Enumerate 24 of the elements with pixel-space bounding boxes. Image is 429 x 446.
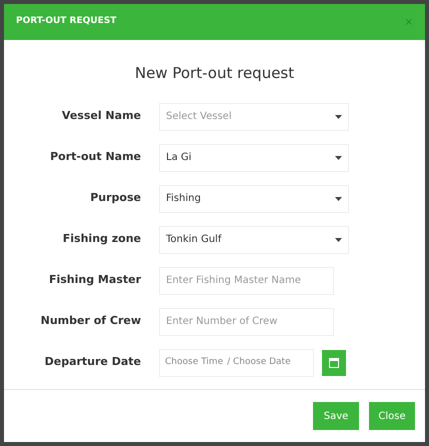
caret-icon bbox=[335, 156, 342, 160]
field-label: Fishing Master bbox=[48, 272, 141, 288]
caret-icon bbox=[335, 196, 342, 200]
datetime-field[interactable]: Choose Time / Choose Date bbox=[159, 348, 314, 376]
select-field[interactable]: La Gi bbox=[159, 144, 349, 172]
field-label: Purpose bbox=[89, 190, 141, 206]
dialog-button[interactable]: Close bbox=[369, 402, 415, 430]
caret-icon bbox=[335, 114, 342, 118]
input-field[interactable]: Enter Number of Crew bbox=[159, 308, 334, 336]
select-field[interactable]: Fishing bbox=[159, 184, 349, 212]
select-field[interactable]: Select Vessel bbox=[159, 102, 349, 130]
calendar-button[interactable] bbox=[322, 350, 346, 376]
field-label: Port-out Name bbox=[49, 149, 141, 166]
dialog-title: PORT-OUT REQUEST bbox=[16, 15, 116, 28]
select-field[interactable]: Tonkin Gulf bbox=[159, 226, 349, 254]
field-label: Vessel Name bbox=[60, 108, 141, 124]
field-label: Number of Crew bbox=[40, 313, 141, 330]
field-label: Fishing zone bbox=[62, 231, 141, 248]
dialog-button[interactable]: Save bbox=[313, 402, 359, 430]
input-field[interactable]: Enter Fishing Master Name bbox=[159, 266, 334, 294]
field-label: Departure Date bbox=[44, 354, 141, 370]
caret-icon bbox=[335, 238, 342, 242]
calendar-icon bbox=[329, 358, 339, 368]
form-heading: New Port-out request bbox=[134, 63, 296, 84]
